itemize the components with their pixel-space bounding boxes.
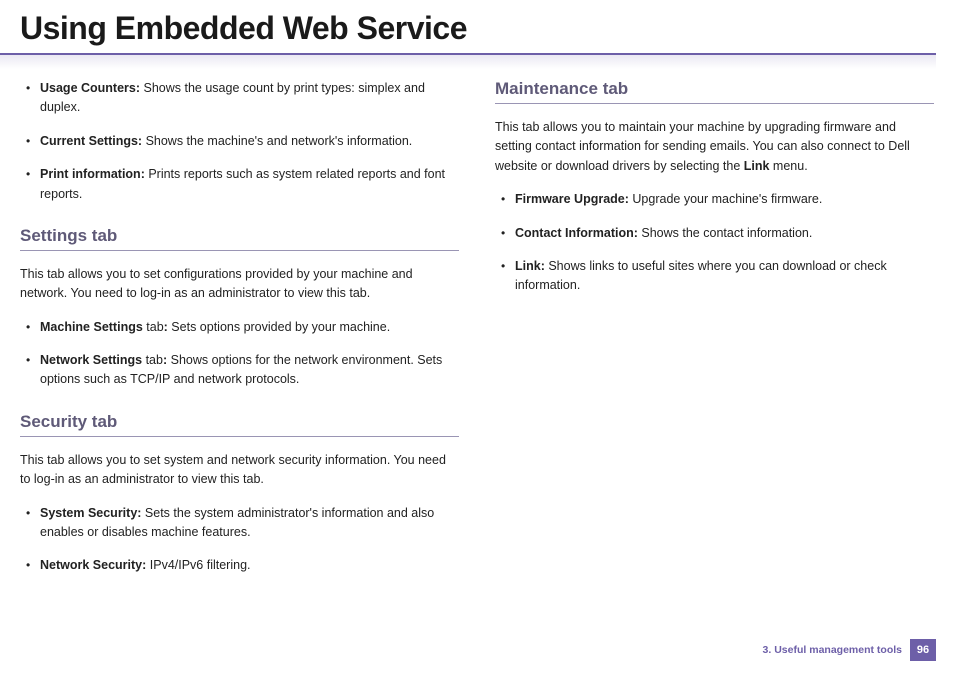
term: Machine Settings: [40, 320, 143, 334]
left-column: Usage Counters: Shows the usage count by…: [20, 79, 459, 590]
footer-chapter: 3. Useful management tools: [763, 644, 902, 656]
term: Contact Information:: [515, 226, 638, 240]
page-title: Using Embedded Web Service: [0, 0, 954, 53]
footer: 3. Useful management tools 96: [763, 639, 936, 661]
list-item: Network Security: IPv4/IPv6 filtering.: [20, 556, 459, 575]
list-item: Machine Settings tab: Sets options provi…: [20, 318, 459, 337]
info-tab-items: Usage Counters: Shows the usage count by…: [20, 79, 459, 204]
section-rule: [495, 103, 934, 104]
security-desc: This tab allows you to set system and ne…: [20, 451, 459, 490]
term: System Security:: [40, 506, 141, 520]
desc: Shows the machine's and network's inform…: [142, 134, 412, 148]
desc: Sets options provided by your machine.: [168, 320, 390, 334]
term: Network Security:: [40, 558, 146, 572]
mid: tab: [143, 320, 164, 334]
list-item: Usage Counters: Shows the usage count by…: [20, 79, 459, 118]
term: Firmware Upgrade:: [515, 192, 629, 206]
desc-pre: This tab allows you to maintain your mac…: [495, 120, 910, 173]
list-item: Link: Shows links to useful sites where …: [495, 257, 934, 296]
content-columns: Usage Counters: Shows the usage count by…: [0, 55, 954, 590]
title-rule: [0, 53, 936, 55]
security-items: System Security: Sets the system adminis…: [20, 504, 459, 576]
term: Usage Counters:: [40, 81, 140, 95]
desc: Shows links to useful sites where you ca…: [515, 259, 887, 292]
term: Link:: [515, 259, 545, 273]
desc: Upgrade your machine's firmware.: [629, 192, 822, 206]
term: Current Settings:: [40, 134, 142, 148]
list-item: Contact Information: Shows the contact i…: [495, 224, 934, 243]
list-item: Firmware Upgrade: Upgrade your machine's…: [495, 190, 934, 209]
desc: IPv4/IPv6 filtering.: [146, 558, 250, 572]
list-item: Current Settings: Shows the machine's an…: [20, 132, 459, 151]
maintenance-heading: Maintenance tab: [495, 79, 934, 99]
desc-post: menu.: [769, 159, 807, 173]
term: Print information:: [40, 167, 145, 181]
maintenance-items: Firmware Upgrade: Upgrade your machine's…: [495, 190, 934, 296]
settings-desc: This tab allows you to set configuration…: [20, 265, 459, 304]
section-rule: [20, 436, 459, 437]
security-heading: Security tab: [20, 412, 459, 432]
desc-bold: Link: [744, 159, 770, 173]
mid: tab: [142, 353, 163, 367]
desc: Shows the contact information.: [638, 226, 812, 240]
right-column: Maintenance tab This tab allows you to m…: [495, 79, 934, 590]
term: Network Settings: [40, 353, 142, 367]
maintenance-desc: This tab allows you to maintain your mac…: [495, 118, 934, 176]
settings-heading: Settings tab: [20, 226, 459, 246]
list-item: Network Settings tab: Shows options for …: [20, 351, 459, 390]
list-item: Print information: Prints reports such a…: [20, 165, 459, 204]
list-item: System Security: Sets the system adminis…: [20, 504, 459, 543]
settings-items: Machine Settings tab: Sets options provi…: [20, 318, 459, 390]
section-rule: [20, 250, 459, 251]
footer-page-number: 96: [910, 639, 936, 661]
